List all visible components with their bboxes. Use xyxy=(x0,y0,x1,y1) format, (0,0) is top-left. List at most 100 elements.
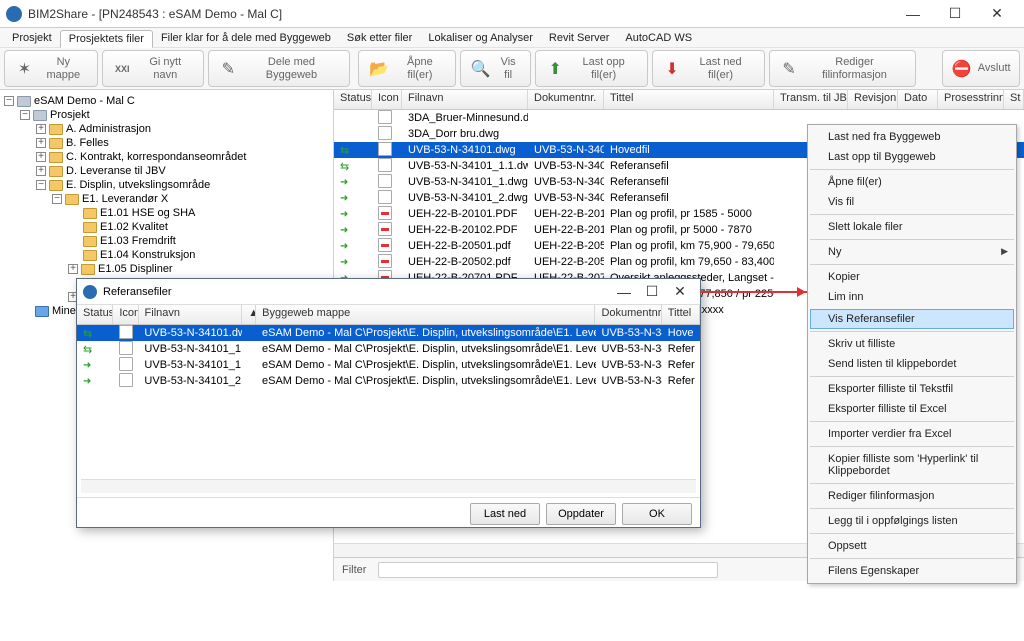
menu-item[interactable]: Eksporter filliste til Tekstfil xyxy=(810,376,1014,399)
dialog-grid-body[interactable]: UVB-53-N-34101.dwgeSAM Demo - Mal C\Pros… xyxy=(77,325,700,389)
tree-node[interactable]: E1.03 Fremdrift xyxy=(2,234,331,248)
btn-ny-mappe[interactable]: ✶Ny mappe xyxy=(4,50,98,87)
btn-rediger-filinfo[interactable]: ✎Rediger filinformasjon xyxy=(769,50,916,87)
folder-icon xyxy=(49,166,63,177)
column-header[interactable]: Prosesstrinn xyxy=(938,90,1004,109)
tree-node[interactable]: E1.01 HSE og SHA xyxy=(2,206,331,220)
tree-node[interactable]: +D. Leveranse til JBV xyxy=(2,164,331,178)
btn-avslutt[interactable]: ⛔Avslutt xyxy=(942,50,1020,87)
table-row[interactable]: UVB-53-N-34101_2.dwgeSAM Demo - Mal C\Pr… xyxy=(77,373,700,389)
cell: UEH-22-B-20502 xyxy=(528,256,604,268)
dialog-h-scrollbar[interactable] xyxy=(81,479,696,493)
btn-vis-fil[interactable]: 🔍Vis fil xyxy=(460,50,531,87)
column-header[interactable]: Revisjon xyxy=(848,90,898,109)
tree-node[interactable]: −E. Displin, utvekslingsområde xyxy=(2,178,331,192)
tree-node[interactable]: E1.04 Konstruksjon xyxy=(2,248,331,262)
cell: UVB-53-N-3401 xyxy=(528,160,604,172)
menu-item[interactable]: Send listen til klippebordet xyxy=(810,354,1014,374)
dialog-close[interactable]: ✕ xyxy=(666,280,694,304)
menu-item[interactable]: Kopier filliste som 'Hyperlink' til Klip… xyxy=(810,446,1014,481)
btn-last-opp[interactable]: ⬆Last opp fil(er) xyxy=(535,50,648,87)
tree-node[interactable]: +B. Felles xyxy=(2,136,331,150)
menu-item[interactable]: Oppsett xyxy=(810,533,1014,556)
menu-item[interactable]: Rediger filinformasjon xyxy=(810,483,1014,506)
column-header[interactable]: St xyxy=(1004,90,1024,109)
tree-node[interactable]: E1.02 Kvalitet xyxy=(2,220,331,234)
twist-icon[interactable]: + xyxy=(68,264,78,274)
menu-item[interactable]: Skriv ut filliste xyxy=(810,331,1014,354)
menu-item[interactable]: Vis Referansefiler xyxy=(810,309,1014,329)
menu-prosjektets-filer[interactable]: Prosjektets filer xyxy=(60,30,153,48)
table-row[interactable]: UVB-53-N-34101_1.dwgeSAM Demo - Mal C\Pr… xyxy=(77,357,700,373)
menu-sok[interactable]: Søk etter filer xyxy=(339,30,420,46)
column-header[interactable]: Dokumentnr. xyxy=(528,90,604,109)
twist-icon[interactable]: + xyxy=(36,166,46,176)
menu-prosjekt[interactable]: Prosjekt xyxy=(4,30,60,46)
tree-node[interactable]: −Prosjekt xyxy=(2,108,331,122)
dialog-minimize[interactable]: — xyxy=(610,280,638,304)
tree-label: eSAM Demo - Mal C xyxy=(34,95,135,107)
menu-item[interactable]: Filens Egenskaper xyxy=(810,558,1014,581)
dialog-last-ned[interactable]: Last ned xyxy=(470,503,540,525)
menu-item[interactable]: Vis fil xyxy=(810,192,1014,212)
menu-item[interactable]: Eksporter filliste til Excel xyxy=(810,399,1014,419)
dialog-maximize[interactable]: ☐ xyxy=(638,280,666,304)
menu-item[interactable]: Last opp til Byggeweb xyxy=(810,147,1014,167)
minimize-button[interactable]: — xyxy=(892,2,934,26)
twist-icon[interactable]: + xyxy=(36,152,46,162)
menu-item[interactable]: Slett lokale filer xyxy=(810,214,1014,237)
column-header[interactable]: Filnavn xyxy=(402,90,528,109)
menu-item[interactable]: Last ned fra Byggeweb xyxy=(810,127,1014,147)
filter-input[interactable] xyxy=(378,562,718,578)
context-menu[interactable]: Last ned fra ByggewebLast opp til Byggew… xyxy=(807,124,1017,584)
menu-item[interactable]: Åpne fil(er) xyxy=(810,169,1014,192)
status-icon xyxy=(340,224,354,236)
column-header[interactable]: Dato xyxy=(898,90,938,109)
cell xyxy=(334,208,372,220)
twist-icon[interactable]: − xyxy=(52,194,62,204)
menu-revit[interactable]: Revit Server xyxy=(541,30,618,46)
column-header[interactable]: Tittel xyxy=(604,90,774,109)
table-row[interactable]: UVB-53-N-34101_1.1.dwgeSAM Demo - Mal C\… xyxy=(77,341,700,357)
column-header[interactable]: Dokumentnr. xyxy=(595,305,661,324)
tree-node[interactable]: +E1.05 Displiner xyxy=(2,262,331,276)
btn-last-ned[interactable]: ⬇Last ned fil(er) xyxy=(652,50,765,87)
tree-node[interactable]: − eSAM Demo - Mal C xyxy=(2,94,331,108)
cell: Hove xyxy=(662,327,700,339)
twist-icon[interactable]: + xyxy=(36,124,46,134)
twist-icon[interactable]: − xyxy=(36,180,46,190)
menu-autocad[interactable]: AutoCAD WS xyxy=(617,30,700,46)
column-header[interactable]: Filnavn xyxy=(139,305,243,324)
column-header[interactable]: Icon xyxy=(372,90,402,109)
menu-item[interactable]: Importer verdier fra Excel xyxy=(810,421,1014,444)
menu-item[interactable]: Lim inn xyxy=(810,287,1014,307)
status-icon xyxy=(340,160,354,172)
tree-node[interactable]: −E1. Leverandør X xyxy=(2,192,331,206)
column-header[interactable]: ▲ xyxy=(242,305,256,324)
table-row[interactable]: UVB-53-N-34101.dwgeSAM Demo - Mal C\Pros… xyxy=(77,325,700,341)
maximize-button[interactable]: ☐ xyxy=(934,2,976,26)
close-button[interactable]: ✕ xyxy=(976,2,1018,26)
tree-node[interactable]: +A. Administrasjon xyxy=(2,122,331,136)
column-header[interactable]: Byggeweb mappe xyxy=(256,305,595,324)
menu-item[interactable]: Legg til i oppfølgings listen xyxy=(810,508,1014,531)
menu-item[interactable]: Ny xyxy=(810,239,1014,262)
column-header[interactable]: Status xyxy=(334,90,372,109)
column-header[interactable]: Icon xyxy=(113,305,138,324)
btn-apne-filer[interactable]: 📂Åpne fil(er) xyxy=(358,50,455,87)
column-header[interactable]: Transm. til JBV xyxy=(774,90,848,109)
menu-item[interactable]: Kopier xyxy=(810,264,1014,287)
dialog-oppdater[interactable]: Oppdater xyxy=(546,503,616,525)
tree-node[interactable]: +C. Kontrakt, korrespondanseområdet xyxy=(2,150,331,164)
menu-filer-klar[interactable]: Filer klar for å dele med Byggeweb xyxy=(153,30,339,46)
menu-lokaliser[interactable]: Lokaliser og Analyser xyxy=(420,30,541,46)
cell xyxy=(372,238,402,255)
twist-icon[interactable]: − xyxy=(20,110,30,120)
btn-gi-nytt-navn[interactable]: XXIGi nytt navn xyxy=(102,50,204,87)
btn-dele-byggeweb[interactable]: ✎Dele med Byggeweb xyxy=(208,50,350,87)
dialog-ok[interactable]: OK xyxy=(622,503,692,525)
column-header[interactable]: Status xyxy=(77,305,113,324)
twist-icon[interactable]: − xyxy=(4,96,14,106)
column-header[interactable]: Tittel xyxy=(662,305,700,324)
twist-icon[interactable]: + xyxy=(36,138,46,148)
